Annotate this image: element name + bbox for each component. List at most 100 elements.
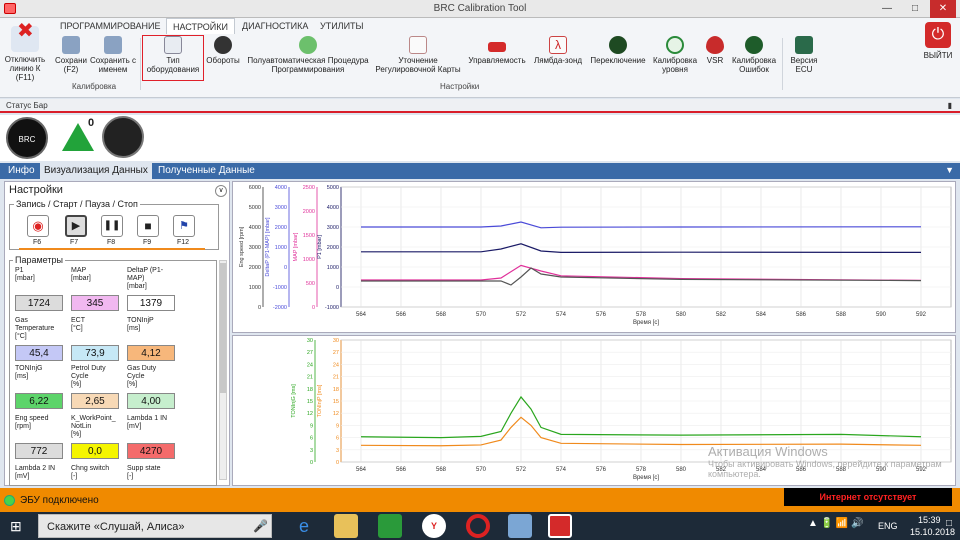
- param-label: Gas Duty Cycle [%]: [127, 365, 157, 388]
- minimize-button[interactable]: —: [874, 0, 900, 18]
- maximize-button[interactable]: □: [902, 0, 928, 18]
- rpm-label: Обороты: [206, 56, 240, 65]
- auto-program-button[interactable]: Полуавтоматическая Процедура Программиро…: [246, 36, 370, 74]
- disconnect-icon: ✖: [11, 21, 39, 52]
- save-label: Сохрани (F2): [55, 56, 87, 74]
- internet-status-text: Интернет отсутствует: [819, 492, 917, 502]
- ie-icon[interactable]: e: [292, 514, 316, 538]
- expand-icon[interactable]: ▼: [945, 165, 954, 175]
- exit-button[interactable]: ⏻ ВЫЙТИ: [918, 22, 958, 92]
- y-tick-label: 15: [333, 399, 339, 405]
- flag-button[interactable]: ⚑: [173, 215, 195, 237]
- ecu-version-button[interactable]: Версия ECU: [786, 36, 822, 74]
- y-tick-label: 6: [336, 436, 339, 442]
- tray-icons[interactable]: ▲ 🔋 📶 🔊: [808, 518, 864, 529]
- y-tick-label: 9: [310, 423, 313, 429]
- settings-panel: Настройки ∨ Запись / Старт / Пауза / Сто…: [4, 181, 230, 486]
- notification-icon[interactable]: □: [946, 518, 952, 529]
- tab-data-visualization[interactable]: Визуализация Данных: [40, 163, 152, 179]
- x-tick-label: 588: [836, 312, 847, 318]
- y-tick-label: 0: [258, 305, 261, 311]
- panel-scrollbar[interactable]: [219, 260, 227, 480]
- x-tick-label: 576: [596, 467, 607, 473]
- tab-programming[interactable]: ПРОГРАММИРОВАНИЕ: [54, 18, 167, 34]
- x-tick-label: 568: [436, 312, 447, 318]
- key-f6: F6: [33, 239, 42, 246]
- handling-button[interactable]: Управляемость: [466, 36, 528, 65]
- map-refine-button[interactable]: Уточнение Регулировочной Карты: [372, 36, 464, 74]
- y-tick-label: 4000: [275, 185, 287, 191]
- y-tick-label: 0: [310, 460, 313, 466]
- switch-button[interactable]: Переключение: [588, 36, 648, 65]
- record-group-title: Запись / Старт / Пауза / Стоп: [14, 199, 140, 209]
- pause-button[interactable]: ❚❚: [101, 215, 123, 237]
- start-button[interactable]: ▶: [65, 215, 87, 237]
- save-as-label: Сохранить с именем: [90, 56, 136, 74]
- brc-app-icon[interactable]: [548, 514, 572, 538]
- param-value: 2,65: [71, 393, 119, 409]
- collapse-icon[interactable]: ∨: [215, 185, 227, 197]
- param-label: Supp state [-]: [127, 465, 161, 480]
- vsr-button[interactable]: VSR: [702, 36, 728, 65]
- tab-diagnostics[interactable]: ДИАГНОСТИКА: [236, 18, 314, 34]
- switch-icon: [609, 36, 627, 54]
- clock-time: 15:39: [918, 515, 941, 525]
- y-tick-label: 2000: [249, 265, 261, 271]
- record-button[interactable]: ◉: [27, 215, 49, 237]
- connection-status-icon: [4, 495, 15, 506]
- equipment-type-button[interactable]: Тип оборудования: [142, 35, 204, 81]
- level-calibration-button[interactable]: Калибровка уровня: [650, 36, 700, 74]
- opera-icon[interactable]: [466, 514, 490, 538]
- stop-button[interactable]: ■: [137, 215, 159, 237]
- disconnect-label: Отключить линию К (F11): [4, 55, 46, 82]
- y-axis-label: TONInjP [ms]: [317, 384, 323, 417]
- y-axis-label: Eng speed [rpm]: [239, 226, 245, 267]
- x-tick-label: 572: [516, 467, 527, 473]
- y-tick-label: -1000: [273, 285, 287, 291]
- windows-start-icon[interactable]: ⊞: [10, 519, 26, 533]
- gauge-area: BRC 0: [0, 115, 960, 161]
- y-tick-label: 18: [307, 387, 313, 393]
- connection-bar: ЭБУ подключено Интернет отсутствует: [0, 488, 960, 512]
- tab-received-data[interactable]: Полученные Данные: [154, 163, 259, 179]
- pin-icon[interactable]: ▮: [948, 99, 952, 112]
- lang-indicator[interactable]: ENG: [878, 521, 898, 531]
- tab-utilities[interactable]: УТИЛИТЫ: [314, 18, 370, 34]
- save-as-button[interactable]: Сохранить с именем: [90, 36, 136, 74]
- y-tick-label: 18: [333, 387, 339, 393]
- status-bar-label: Статус Бар: [6, 101, 48, 110]
- microphone-icon[interactable]: 🎤: [253, 519, 268, 533]
- param-label: MAP [mbar]: [71, 267, 91, 282]
- x-tick-label: 578: [636, 312, 647, 318]
- explorer-icon[interactable]: [334, 514, 358, 538]
- rpm-button[interactable]: Обороты: [204, 36, 242, 65]
- chart-pressure[interactable]: 564 566 568 570 572 574 576 578 580 582 584 586 588 5…: [232, 181, 956, 333]
- internet-status: Интернет отсутствует: [784, 488, 952, 506]
- close-button[interactable]: ✕: [930, 0, 956, 18]
- y-tick-label: 24: [333, 362, 339, 368]
- search-text: Скажите «Слушай, Алиса»: [47, 521, 185, 533]
- tab-settings[interactable]: НАСТРОЙКИ: [166, 18, 235, 34]
- param-label: K_WorkPoint_ NotLin [%]: [71, 415, 116, 438]
- network-app-icon[interactable]: [508, 514, 532, 538]
- y-tick-label: -2000: [273, 305, 287, 311]
- x-tick-label: 572: [516, 312, 527, 318]
- power-icon: ⏻: [925, 22, 951, 48]
- y-tick-label: 3000: [275, 205, 287, 211]
- save-button[interactable]: Сохрани (F2): [54, 36, 88, 74]
- search-box[interactable]: Скажите «Слушай, Алиса» 🎤: [38, 514, 272, 538]
- disconnect-k-line-button[interactable]: ✖ Отключить линию К (F11): [2, 20, 48, 96]
- ecu-icon: [795, 36, 813, 54]
- x-tick-label: 574: [556, 312, 567, 318]
- store-icon[interactable]: [378, 514, 402, 538]
- param-value: 45,4: [15, 345, 63, 361]
- error-calibration-button[interactable]: Калибровка Ошибок: [730, 36, 778, 74]
- yandex-icon[interactable]: Y: [422, 514, 446, 538]
- lambda-button[interactable]: λ Лямбда-зонд: [530, 36, 586, 65]
- rpm-icon: [214, 36, 232, 54]
- tab-info[interactable]: Инфо: [4, 163, 39, 179]
- x-tick-label: 564: [356, 467, 367, 473]
- y-axis-label: TONInjG [ms]: [291, 384, 297, 418]
- save-icon: [62, 36, 80, 54]
- y-tick-label: 15: [307, 399, 313, 405]
